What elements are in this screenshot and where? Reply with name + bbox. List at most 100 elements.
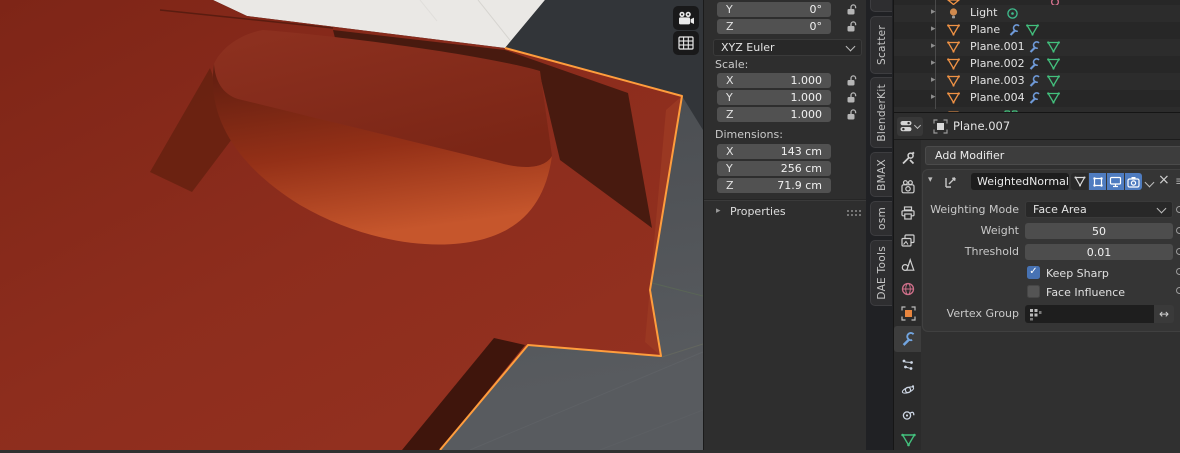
outliner-row-plane002[interactable]: ▸ Plane.002 <box>894 56 1180 73</box>
axis-label: X <box>726 74 734 87</box>
tab-particles[interactable] <box>894 354 922 376</box>
editor-type-selector[interactable] <box>897 117 923 136</box>
tab-world[interactable] <box>894 278 922 300</box>
outliner-row-plane001[interactable]: ▸ Plane.001 <box>894 39 1180 56</box>
animate-decorator-dot[interactable] <box>1176 227 1180 234</box>
chevron-down-icon <box>1157 203 1167 213</box>
tab-physics[interactable] <box>894 379 922 401</box>
toggle-edit-mode-display[interactable] <box>1071 173 1088 190</box>
light-data-icon[interactable] <box>1006 7 1019 20</box>
dimensions-section-label: Dimensions: <box>715 128 783 141</box>
weight-slider[interactable]: 50 <box>1025 223 1173 239</box>
object-name[interactable]: Plane.002 <box>970 57 1025 70</box>
animate-decorator-dot[interactable] <box>1176 287 1180 294</box>
modifier-wrench-icon[interactable] <box>1008 24 1021 37</box>
toggle-render-display[interactable] <box>1125 173 1142 190</box>
camera-render-icon <box>1127 176 1140 188</box>
rotation-z-field[interactable]: Z 0° <box>717 19 831 34</box>
grid-view-gizmo[interactable] <box>673 31 699 55</box>
outliner-row-plane[interactable]: ▸ Plane <box>894 22 1180 39</box>
modifier-extras-chevron-icon[interactable] <box>1145 178 1155 188</box>
expand-arrow-icon[interactable]: ▸ <box>931 41 936 51</box>
close-icon[interactable]: × <box>1158 172 1170 188</box>
threshold-slider[interactable]: 0.01 <box>1025 244 1173 260</box>
drag-handle-icon[interactable] <box>846 209 861 217</box>
tab-output[interactable] <box>894 202 922 224</box>
tab-tool[interactable] <box>894 147 922 169</box>
unlock-icon[interactable] <box>846 91 859 104</box>
expand-arrow-icon[interactable]: ▸ <box>931 7 936 17</box>
animate-decorator-dot[interactable] <box>1176 248 1180 255</box>
drag-handle-icon[interactable]: ≡ <box>1175 174 1180 188</box>
unlock-icon[interactable] <box>846 108 859 121</box>
animate-decorator-dot[interactable] <box>1176 206 1180 213</box>
breadcrumb[interactable]: Plane.007 <box>953 119 1010 133</box>
modifier-wrench-icon[interactable] <box>1028 58 1041 71</box>
expand-arrow-icon[interactable]: ▾ <box>928 175 933 185</box>
object-name[interactable]: Light <box>970 6 997 19</box>
tab-osm[interactable]: osm <box>870 201 892 236</box>
dimension-z-field[interactable]: Z 71.9 cm <box>717 178 831 193</box>
unlock-icon[interactable] <box>846 20 859 33</box>
expand-arrow-icon[interactable]: ▸ <box>931 58 936 68</box>
expand-arrow-icon[interactable]: ▸ <box>931 75 936 85</box>
sidebar-tab-strip: C Scatter BlenderKit BMAX osm DAE Tools <box>866 0 893 450</box>
vertex-group-swap-button[interactable]: ↔ <box>1154 305 1174 323</box>
object-name[interactable]: Plane.001 <box>970 40 1025 53</box>
unlock-icon[interactable] <box>846 3 859 16</box>
face-influence-checkbox[interactable] <box>1027 285 1040 298</box>
modifier-wrench-icon[interactable] <box>1028 92 1041 105</box>
scale-x-field[interactable]: X 1.000 <box>717 73 831 88</box>
rotation-mode-value: XYZ Euler <box>721 41 775 54</box>
rotation-y-field[interactable]: Y 0° <box>717 2 831 17</box>
scene-icon <box>901 258 915 272</box>
camera-view-gizmo[interactable] <box>673 6 699 30</box>
mesh-object-icon <box>947 75 960 87</box>
vertex-group-field[interactable] <box>1025 305 1154 323</box>
toggle-on-cage[interactable] <box>1089 173 1106 190</box>
weighting-mode-dropdown[interactable]: Face Area <box>1025 201 1173 218</box>
editmode-triangle-icon <box>1074 176 1086 187</box>
modifier-wrench-icon[interactable] <box>1028 75 1041 88</box>
tab-object[interactable] <box>894 302 922 324</box>
tab-constraints[interactable] <box>894 404 922 426</box>
mesh-data-icon[interactable] <box>1047 41 1060 53</box>
tab-scatter[interactable]: Scatter <box>870 16 892 74</box>
tab-view-layer[interactable] <box>894 230 922 252</box>
object-name[interactable]: Plane.003 <box>970 74 1025 87</box>
modifier-name-field[interactable]: WeightedNormal <box>971 173 1069 190</box>
animate-decorator-dot[interactable] <box>1176 268 1180 275</box>
keep-sharp-checkbox[interactable]: ✓ <box>1027 266 1040 279</box>
dimension-y-field[interactable]: Y 256 cm <box>717 161 831 176</box>
mesh-data-icon[interactable] <box>1047 75 1060 87</box>
mesh-data-icon[interactable] <box>1026 24 1039 36</box>
tab-partial[interactable]: C <box>870 0 892 12</box>
properties-subpanel-header[interactable]: ▸ Properties <box>704 202 867 224</box>
object-name[interactable]: Plane <box>970 23 1000 36</box>
dimension-x-field[interactable]: X 143 cm <box>717 144 831 159</box>
expand-arrow-icon[interactable]: ▸ <box>931 92 936 102</box>
object-name[interactable]: Plane.004 <box>970 91 1025 104</box>
tab-bmax[interactable]: BMAX <box>870 152 892 197</box>
expand-arrow-icon[interactable]: ▸ <box>931 24 936 34</box>
scale-z-field[interactable]: Z 1.000 <box>717 107 831 122</box>
outliner-row-light[interactable]: ▸ Light <box>894 5 1180 22</box>
toggle-realtime-display[interactable] <box>1107 173 1124 190</box>
mesh-data-icon[interactable] <box>1047 92 1060 104</box>
mesh-data-icon[interactable] <box>1047 58 1060 70</box>
3d-viewport[interactable] <box>0 0 703 450</box>
modifier-wrench-icon[interactable] <box>1028 41 1041 54</box>
tab-dae-tools[interactable]: DAE Tools <box>870 240 892 306</box>
tab-modifiers-active[interactable] <box>894 326 922 352</box>
add-modifier-button[interactable]: Add Modifier <box>925 146 1180 165</box>
tab-scene[interactable] <box>894 254 922 276</box>
tab-render[interactable] <box>894 176 922 198</box>
rotation-mode-dropdown[interactable]: XYZ Euler <box>713 39 862 56</box>
tab-blenderkit[interactable]: BlenderKit <box>870 77 892 148</box>
tab-object-data[interactable] <box>894 429 922 451</box>
rotation-z-value: 0° <box>810 20 823 33</box>
unlock-icon[interactable] <box>846 74 859 87</box>
outliner-row-plane004[interactable]: ▸ Plane.004 <box>894 90 1180 107</box>
scale-y-field[interactable]: Y 1.000 <box>717 90 831 105</box>
outliner-row-plane003[interactable]: ▸ Plane.003 <box>894 73 1180 90</box>
